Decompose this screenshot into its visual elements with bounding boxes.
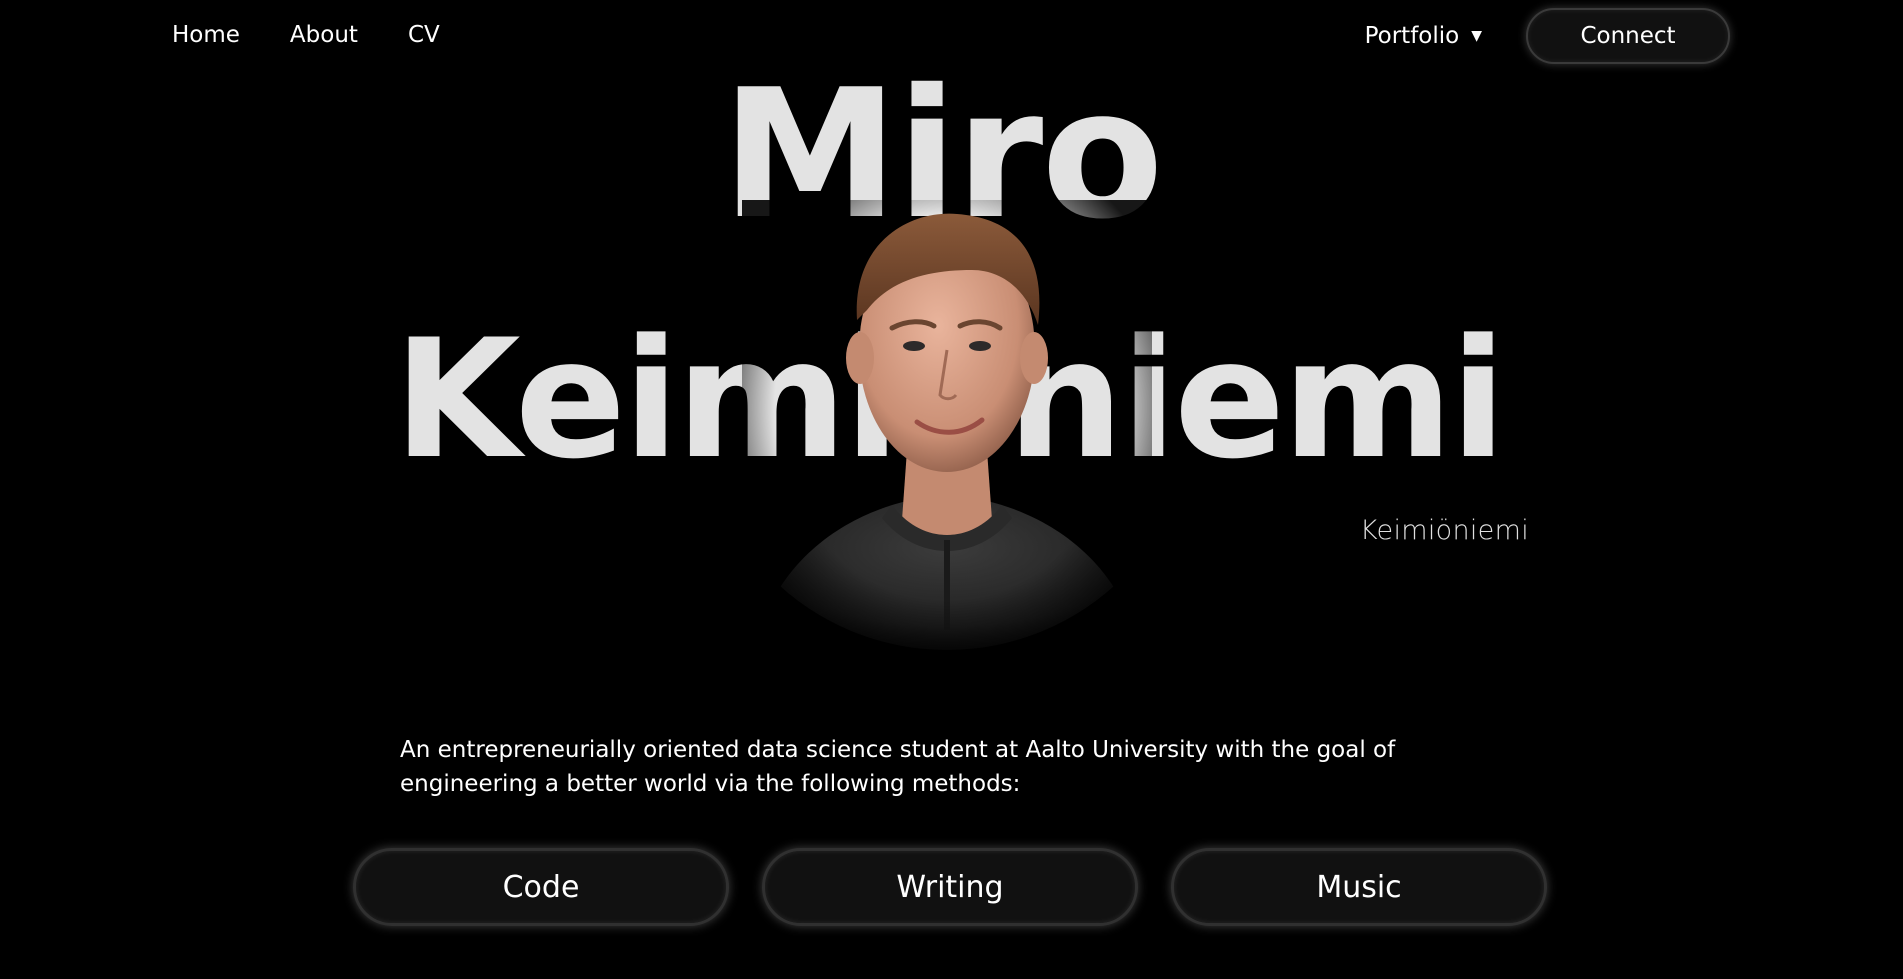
name-pronunciation-subtitle: Keimiöniemi: [1359, 515, 1529, 546]
caret-down-icon: ▼: [1471, 28, 1482, 44]
methods-button-row: Code Writing Music: [353, 848, 1547, 926]
nav-actions: Portfolio ▼ Connect: [1365, 8, 1730, 64]
nav-about-link[interactable]: About: [290, 22, 358, 48]
code-button[interactable]: Code: [353, 848, 729, 926]
page: Home About CV Portfolio ▼ Connect Miro K…: [0, 0, 1903, 979]
intro-paragraph: An entrepreneurially oriented data scien…: [400, 737, 1396, 797]
music-button[interactable]: Music: [1171, 848, 1547, 926]
portrait-image: [742, 200, 1152, 660]
nav-home-link[interactable]: Home: [172, 22, 240, 48]
writing-button[interactable]: Writing: [762, 848, 1138, 926]
main-nav: Home About CV: [172, 22, 440, 48]
connect-button[interactable]: Connect: [1526, 8, 1730, 64]
nav-cv-link[interactable]: CV: [408, 22, 440, 48]
portfolio-label: Portfolio: [1364, 23, 1460, 49]
portfolio-dropdown[interactable]: Portfolio ▼: [1365, 23, 1482, 49]
